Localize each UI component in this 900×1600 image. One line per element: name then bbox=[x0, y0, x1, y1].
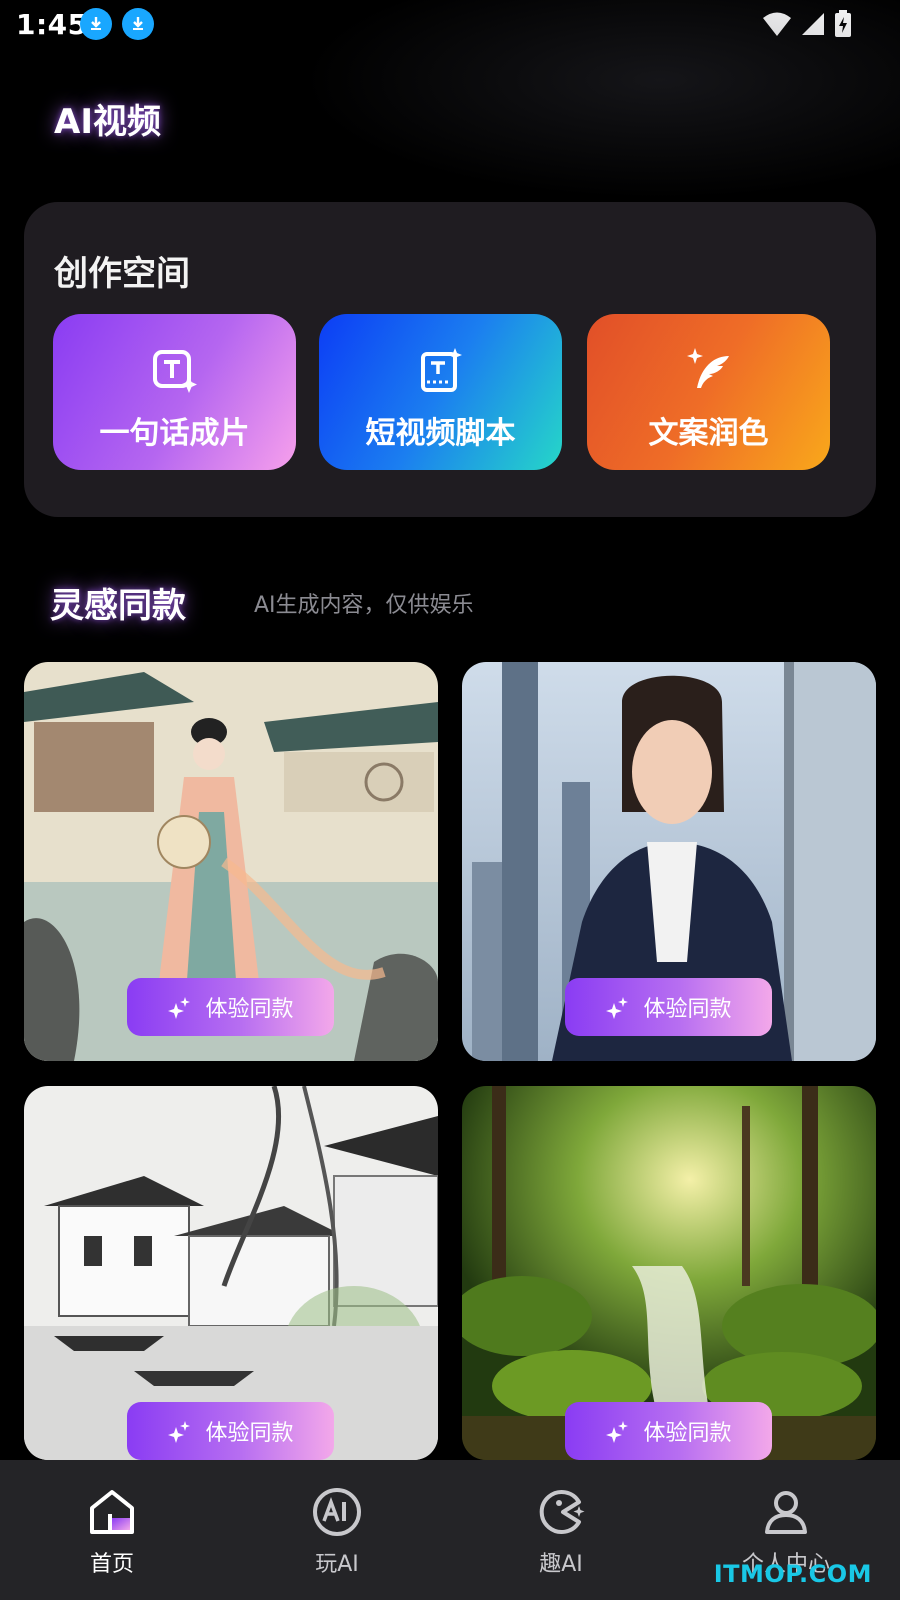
sparkle-icon bbox=[606, 1421, 629, 1443]
inspiration-title: 灵感同款 bbox=[50, 586, 186, 626]
try-button-label: 体验同款 bbox=[205, 997, 294, 1022]
page-title: AI视频 bbox=[54, 102, 161, 142]
nav-play-ai-label: 玩AI bbox=[315, 1552, 359, 1577]
nav-home-label: 首页 bbox=[89, 1552, 134, 1577]
card-label: 文案润色 bbox=[648, 416, 769, 451]
short-video-script-card[interactable]: 短视频脚本 bbox=[319, 314, 562, 470]
try-button-label: 体验同款 bbox=[205, 1421, 294, 1446]
text-sparkle-icon bbox=[152, 350, 197, 393]
card-label: 一句话成片 bbox=[99, 416, 250, 451]
quill-sparkle-icon bbox=[686, 348, 729, 388]
create-space-panel: 创作空间 一句话成片 短视频脚本 文案润色 bbox=[24, 202, 876, 517]
user-icon bbox=[765, 1491, 807, 1534]
copy-polish-card[interactable]: 文案润色 bbox=[587, 314, 830, 470]
header-glow bbox=[300, 0, 900, 200]
sparkle-icon bbox=[168, 997, 191, 1019]
ai-circle-icon bbox=[313, 1488, 361, 1536]
try-same-style-button[interactable]: 体验同款 bbox=[565, 978, 772, 1036]
create-space-title: 创作空间 bbox=[54, 254, 190, 294]
inspiration-disclaimer: AI生成内容，仅供娱乐 bbox=[254, 593, 474, 618]
inspiration-tile-forest-stream[interactable]: 体验同款 bbox=[462, 1086, 876, 1460]
watermark: ITMOP.COM bbox=[713, 1560, 872, 1588]
nav-fun-ai[interactable]: 趣AI bbox=[486, 1486, 636, 1578]
nav-home[interactable]: 首页 bbox=[37, 1486, 187, 1578]
download-notification-icon bbox=[80, 8, 112, 40]
card-label: 短视频脚本 bbox=[365, 416, 516, 451]
try-button-label: 体验同款 bbox=[643, 1421, 732, 1446]
home-icon bbox=[90, 1490, 134, 1534]
pacman-sparkle-icon bbox=[539, 1490, 585, 1534]
one-sentence-video-card[interactable]: 一句话成片 bbox=[53, 314, 296, 470]
sparkle-icon bbox=[168, 1421, 191, 1443]
status-time: 1:45 bbox=[16, 8, 88, 41]
try-same-style-button[interactable]: 体验同款 bbox=[127, 1402, 334, 1460]
download-notification-icon bbox=[122, 8, 154, 40]
nav-play-ai[interactable]: 玩AI bbox=[262, 1486, 412, 1578]
inspiration-tile-ink-village[interactable]: 体验同款 bbox=[24, 1086, 438, 1460]
film-script-icon bbox=[420, 348, 462, 392]
try-same-style-button[interactable]: 体验同款 bbox=[565, 1402, 772, 1460]
try-button-label: 体验同款 bbox=[643, 997, 732, 1022]
inspiration-tile-businesswoman[interactable]: 体验同款 bbox=[462, 662, 876, 1061]
try-same-style-button[interactable]: 体验同款 bbox=[127, 978, 334, 1036]
sparkle-icon bbox=[606, 997, 629, 1019]
nav-fun-ai-label: 趣AI bbox=[539, 1552, 583, 1577]
inspiration-tile-garden-lady[interactable]: 体验同款 bbox=[24, 662, 438, 1061]
